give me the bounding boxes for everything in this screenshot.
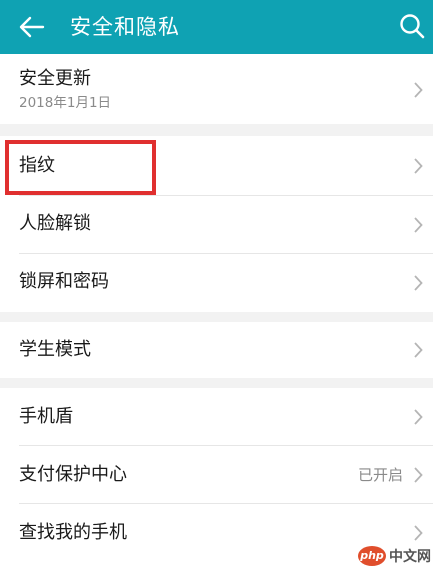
row-label: 支付保护中心 bbox=[19, 464, 127, 485]
row-security-update[interactable]: 安全更新 2018年1月1日 bbox=[0, 54, 433, 124]
chevron-right-icon bbox=[414, 467, 423, 483]
row-label: 学生模式 bbox=[19, 339, 91, 360]
back-button[interactable] bbox=[16, 12, 48, 42]
back-arrow-icon bbox=[19, 16, 45, 38]
search-button[interactable] bbox=[396, 10, 428, 42]
row-fingerprint[interactable]: 指纹 bbox=[0, 136, 433, 196]
status-value: 已开启 bbox=[357, 466, 403, 484]
chevron-right-icon bbox=[414, 342, 423, 358]
student-mode-group: 学生模式 bbox=[0, 322, 433, 378]
row-payment-protection[interactable]: 支付保护中心 已开启 bbox=[0, 446, 433, 504]
app-bar: 安全和隐私 bbox=[0, 0, 433, 54]
watermark: php 中文网 bbox=[358, 545, 433, 567]
row-subtitle: 2018年1月1日 bbox=[19, 95, 112, 111]
watermark-text: 中文网 bbox=[389, 549, 431, 565]
security-update-group: 安全更新 2018年1月1日 bbox=[0, 54, 433, 124]
chevron-right-icon bbox=[414, 409, 423, 425]
unlock-group: 指纹 人脸解锁 锁屏和密码 bbox=[0, 136, 433, 312]
page-title: 安全和隐私 bbox=[70, 15, 180, 39]
row-label: 指纹 bbox=[19, 155, 55, 176]
row-phone-shield[interactable]: 手机盾 bbox=[0, 388, 433, 446]
row-label: 人脸解锁 bbox=[19, 213, 91, 234]
row-label: 查找我的手机 bbox=[19, 522, 127, 543]
chevron-right-icon bbox=[414, 217, 423, 233]
device-security-group: 手机盾 支付保护中心 已开启 查找我的手机 bbox=[0, 388, 433, 567]
chevron-right-icon bbox=[414, 525, 423, 541]
chevron-right-icon bbox=[414, 82, 423, 98]
row-label: 手机盾 bbox=[19, 406, 73, 427]
row-label: 安全更新 bbox=[19, 68, 91, 89]
row-face-unlock[interactable]: 人脸解锁 bbox=[0, 196, 433, 254]
row-label: 锁屏和密码 bbox=[19, 271, 109, 292]
chevron-right-icon bbox=[414, 158, 423, 174]
chevron-right-icon bbox=[414, 275, 423, 291]
row-student-mode[interactable]: 学生模式 bbox=[0, 322, 433, 378]
php-logo: php bbox=[358, 546, 386, 566]
row-lock-screen-password[interactable]: 锁屏和密码 bbox=[0, 254, 433, 312]
search-icon bbox=[400, 14, 425, 39]
